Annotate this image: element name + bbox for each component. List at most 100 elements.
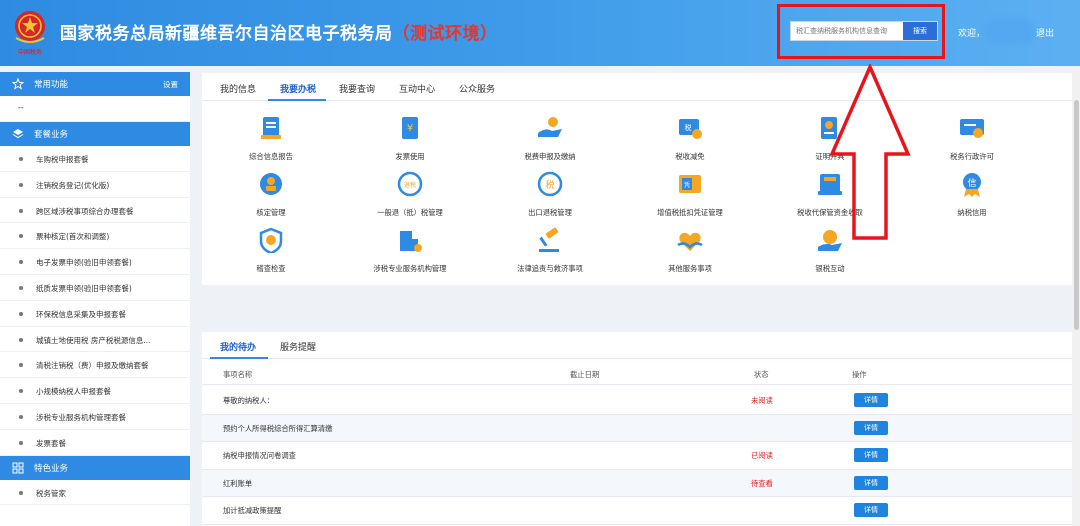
detail-button[interactable]: 详情 bbox=[854, 393, 888, 407]
bullet bbox=[19, 157, 23, 161]
sidebar-item[interactable]: 涉税专业服务机构管理套餐 bbox=[0, 404, 190, 430]
table-row: 预约个人所得税综合所得汇算清缴 详情 bbox=[202, 414, 1072, 442]
settings-link[interactable]: 设置 bbox=[163, 79, 178, 90]
license-icon bbox=[960, 119, 984, 138]
detail-button[interactable]: 详情 bbox=[854, 475, 888, 490]
column-header-status: 状态 bbox=[754, 370, 769, 379]
bullet bbox=[19, 182, 23, 187]
service-license[interactable]: 税务行政许可 bbox=[917, 115, 1027, 162]
bullet bbox=[19, 208, 23, 213]
todo-name: 加计抵减政策提醒 bbox=[223, 506, 282, 515]
todo-name: 尊敬的纳税人： bbox=[223, 396, 275, 405]
tab-interaction[interactable]: 互动中心 bbox=[399, 82, 435, 95]
sidebar-item[interactable]: 电子发票申领(验旧申领套餐) bbox=[0, 249, 190, 275]
service-tax-reduction[interactable]: 税税收减免 bbox=[635, 115, 745, 162]
report-icon bbox=[261, 117, 281, 139]
sidebar: 常用功能 设置 -- 套餐业务 车购税申报套餐 注销税务登记(优化版) 跨区域涉税事… bbox=[0, 72, 190, 526]
table-row: 尊敬的纳税人： 未阅读 详情 bbox=[202, 387, 1072, 415]
sidebar-group-feature[interactable]: 特色业务 bbox=[0, 455, 190, 480]
user-name-blurred bbox=[984, 18, 1034, 44]
svg-text:退税: 退税 bbox=[404, 181, 416, 189]
detail-button[interactable]: 详情 bbox=[854, 420, 888, 435]
bullet bbox=[19, 234, 23, 239]
service-verification[interactable]: 核定管理 bbox=[216, 171, 326, 218]
tab-query[interactable]: 我要查询 bbox=[339, 82, 375, 95]
bullet bbox=[19, 311, 23, 316]
todo-tabs: 我的待办 服务提醒 bbox=[202, 332, 1072, 359]
status-badge: 待查看 bbox=[751, 478, 773, 488]
active-tab-indicator bbox=[268, 99, 326, 101]
service-tax-payment[interactable]: 税费申报及缴纳 bbox=[495, 115, 605, 162]
tab-my-todo[interactable]: 我的待办 bbox=[220, 340, 256, 353]
todo-name: 红利账单 bbox=[223, 478, 253, 488]
tab-handle-tax[interactable]: 我要办税 bbox=[280, 82, 316, 95]
tax-emblem-icon: 中国税务 bbox=[15, 11, 45, 56]
sidebar-item[interactable]: 注销税务登记(优化版) bbox=[0, 172, 190, 198]
sidebar-group-label: 特色业务 bbox=[34, 463, 69, 474]
list-item: -- bbox=[0, 96, 190, 122]
agency-icon bbox=[400, 231, 422, 252]
tab-my-info[interactable]: 我的信息 bbox=[220, 82, 256, 95]
sidebar-group-label: 套餐业务 bbox=[34, 130, 69, 140]
status-badge: 已阅读 bbox=[751, 451, 773, 460]
sidebar-group-package[interactable]: 套餐业务 bbox=[0, 122, 190, 146]
top-header: 中国税务 国家税务总局新疆维吾尔自治区电子税务局（测试环境） 搜索 欢迎， 退出 bbox=[0, 0, 1080, 66]
logout-link[interactable]: 退出 bbox=[1036, 26, 1054, 39]
column-header-deadline: 截止日期 bbox=[570, 370, 600, 379]
annotation-highlight-box bbox=[777, 4, 945, 59]
refund-icon: 退税 bbox=[397, 171, 423, 197]
service-other-service[interactable]: 其他服务事项 bbox=[635, 227, 745, 274]
sidebar-item[interactable]: 车购税申报套餐 bbox=[0, 146, 190, 172]
service-inspection[interactable]: 稽查检查 bbox=[216, 227, 326, 274]
sidebar-item[interactable]: 环保税信息采集及申报套餐 bbox=[0, 301, 190, 327]
sidebar-group-label: 常用功能 bbox=[34, 80, 69, 90]
bullet bbox=[19, 260, 23, 265]
tax-reduction-icon: 税 bbox=[679, 119, 702, 139]
grid-icon bbox=[12, 462, 24, 474]
todo-name: 纳税申报情况问卷调查 bbox=[223, 451, 296, 460]
invoice-icon: ¥ bbox=[402, 117, 418, 139]
sidebar-item[interactable]: 小规模纳税人申报套餐 bbox=[0, 378, 190, 404]
detail-button[interactable]: 详情 bbox=[854, 503, 888, 517]
service-report[interactable]: 综合信息报告 bbox=[216, 115, 326, 162]
sidebar-item[interactable]: 纸质发票申领(验旧申领套餐) bbox=[0, 275, 190, 301]
column-header-name: 事项名称 bbox=[223, 370, 253, 379]
tab-service-reminder[interactable]: 服务提醒 bbox=[280, 340, 316, 353]
sidebar-item[interactable]: 清税注销税（费）申报及缴纳套餐 bbox=[0, 352, 190, 379]
bullet bbox=[19, 389, 23, 394]
voucher-icon: 凭 bbox=[679, 175, 701, 193]
service-agency[interactable]: 涉税专业服务机构管理 bbox=[355, 227, 465, 274]
sidebar-group-common[interactable]: 常用功能 设置 bbox=[0, 72, 190, 96]
service-legal[interactable]: 法律追责与救济事项 bbox=[495, 227, 605, 274]
sidebar-item[interactable]: 发票套餐 bbox=[0, 430, 190, 456]
table-row: 加计抵减政策提醒 详情 bbox=[202, 497, 1072, 525]
svg-text:中国税务: 中国税务 bbox=[18, 48, 42, 56]
active-tab-indicator bbox=[210, 357, 268, 359]
service-credit[interactable]: 信纳税信用 bbox=[917, 171, 1027, 218]
service-refund[interactable]: 退税 一般退（抵）税管理 bbox=[355, 171, 465, 218]
tab-public-service[interactable]: 公众服务 bbox=[459, 82, 495, 95]
bullet bbox=[19, 337, 23, 342]
status-badge: 未阅读 bbox=[751, 396, 773, 405]
other-service-icon bbox=[677, 232, 703, 251]
inspection-icon bbox=[259, 227, 283, 255]
sidebar-item[interactable]: 票种核定(首次和调整) bbox=[0, 223, 190, 250]
service-invoice[interactable]: ¥ 发票使用 bbox=[355, 115, 465, 162]
table-header bbox=[202, 365, 1072, 385]
sidebar-item[interactable]: 跨区域涉税事项综合办理套餐 bbox=[0, 198, 190, 224]
svg-text:信: 信 bbox=[967, 177, 976, 189]
todo-name: 预约个人所得税综合所得汇算清缴 bbox=[223, 423, 333, 433]
todo-panel: 我的待办 服务提醒 事项名称 截止日期 状态 操作 尊敬的纳税人： 未阅读 详情 预约… bbox=[202, 332, 1072, 526]
sidebar-item-tax-butler[interactable]: 税务管家 bbox=[0, 480, 190, 506]
tax-payment-icon bbox=[538, 117, 562, 137]
service-export-refund[interactable]: 税出口退税管理 bbox=[495, 171, 605, 218]
sidebar-item[interactable]: 城镇土地使用税 房产税税源信息... bbox=[0, 327, 190, 353]
verification-icon bbox=[260, 173, 282, 195]
environment-label: （测试环境） bbox=[392, 24, 498, 44]
site-title: 国家税务总局新疆维吾尔自治区电子税务局（测试环境） bbox=[60, 24, 498, 44]
detail-button[interactable]: 详情 bbox=[854, 448, 888, 462]
bullet bbox=[19, 363, 23, 368]
scrollbar-thumb[interactable] bbox=[1074, 100, 1079, 330]
service-voucher[interactable]: 凭增值税抵扣凭证管理 bbox=[635, 171, 745, 218]
credit-icon: 信 bbox=[963, 173, 981, 197]
